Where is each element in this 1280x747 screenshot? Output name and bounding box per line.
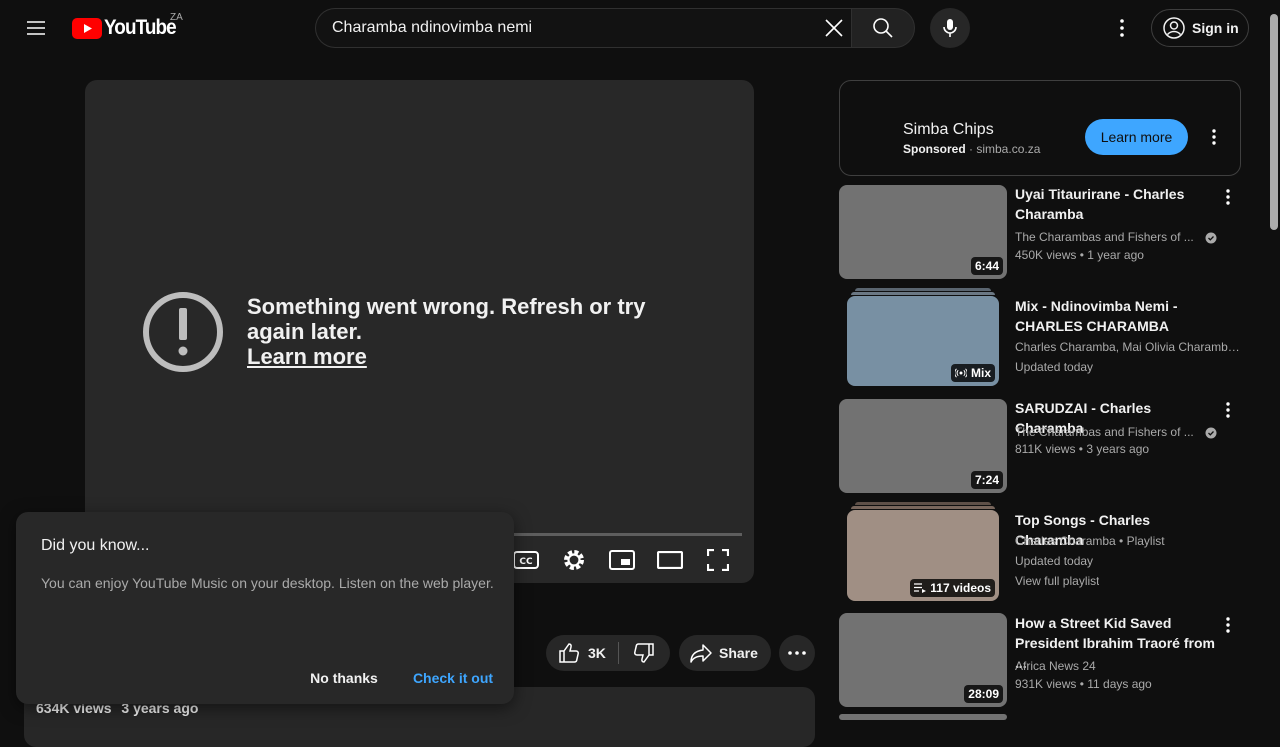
duration-badge: 6:44 — [970, 257, 1003, 275]
youtube-logo[interactable]: YouTube — [72, 16, 184, 40]
settings-button[interactable] — [558, 545, 590, 575]
promo-dialog-title: Did you know... — [41, 537, 150, 554]
account-icon — [1163, 17, 1185, 39]
error-alert-icon — [142, 291, 224, 373]
mix-stack-back — [855, 288, 991, 291]
mix-title[interactable]: Mix - Ndinovimba Nemi - CHARLES CHARAMBA — [1015, 296, 1220, 336]
like-divider — [618, 642, 619, 664]
search-button[interactable] — [851, 8, 915, 48]
more-vertical-icon — [1120, 19, 1124, 37]
mix-thumbnail[interactable]: Mix — [847, 296, 999, 386]
ad-advertiser-name: Simba Chips — [903, 121, 994, 138]
playlist-updated: Updated today — [1015, 554, 1094, 568]
search-box — [315, 8, 852, 48]
logo-wordmark: YouTube — [104, 16, 177, 39]
svg-text:CC: CC — [519, 557, 533, 567]
check-it-out-button[interactable]: Check it out — [405, 664, 501, 692]
channel-name-text: The Charambas and Fishers of ... — [1015, 230, 1194, 244]
like-button[interactable]: 3K — [546, 635, 618, 671]
more-vertical-icon — [1212, 129, 1216, 145]
more-horizontal-icon — [788, 651, 806, 655]
no-thanks-button[interactable]: No thanks — [300, 664, 388, 692]
miniplayer-button[interactable] — [606, 545, 638, 575]
verified-icon — [1205, 427, 1217, 439]
microphone-icon — [943, 19, 957, 37]
promo-dialog-body: You can enjoy YouTube Music on your desk… — [41, 575, 494, 591]
gear-icon — [564, 550, 584, 570]
video-title[interactable]: Uyai Titaurirane - Charles Charamba — [1015, 184, 1220, 224]
view-full-playlist-link[interactable]: View full playlist — [1015, 574, 1099, 588]
like-count: 3K — [588, 645, 606, 661]
radio-broadcast-icon — [954, 368, 967, 378]
playlist-count-label: 117 videos — [930, 581, 991, 595]
clear-search-button[interactable] — [814, 12, 854, 44]
hamburger-icon — [27, 21, 45, 35]
share-button[interactable]: Share — [679, 635, 771, 671]
ad-sponsored-label: Sponsored — [903, 142, 966, 156]
channel-name[interactable]: Africa News 24 — [1015, 659, 1096, 673]
share-arrow-icon — [690, 644, 712, 663]
theater-mode-button[interactable] — [654, 545, 686, 575]
thumbs-up-icon — [559, 643, 579, 663]
video-thumbnail[interactable]: 6:44 — [839, 185, 1007, 279]
fullscreen-button[interactable] — [702, 545, 734, 575]
mix-updated: Updated today — [1015, 360, 1094, 374]
channel-name[interactable]: The Charambas and Fishers of ... — [1015, 230, 1225, 244]
page-scrollbar-thumb[interactable] — [1270, 14, 1278, 230]
verified-icon — [1205, 232, 1217, 244]
ad-meta: Sponsored · simba.co.za — [903, 142, 1041, 156]
captions-button[interactable]: CC — [510, 545, 542, 575]
channel-name-text: The Charambas and Fishers of ... — [1015, 425, 1194, 439]
thumbs-down-icon — [634, 643, 654, 663]
country-code: ZA — [170, 12, 183, 23]
theater-mode-icon — [657, 551, 683, 569]
video-thumbnail[interactable] — [839, 714, 1007, 720]
youtube-play-icon — [72, 17, 102, 39]
video-meta: 450K views • 1 year ago — [1015, 248, 1144, 262]
duration-badge: 7:24 — [970, 471, 1003, 489]
settings-more-button[interactable] — [1102, 8, 1142, 48]
fullscreen-icon — [707, 549, 729, 571]
sign-in-label: Sign in — [1192, 20, 1239, 36]
video-menu-button[interactable] — [1216, 185, 1240, 209]
sign-in-button[interactable]: Sign in — [1151, 9, 1249, 47]
more-actions-button[interactable] — [779, 635, 815, 671]
video-thumbnail[interactable]: 28:09 — [839, 613, 1007, 707]
video-menu-button[interactable] — [1216, 398, 1240, 422]
player-error-message: Something went wrong. Refresh or try aga… — [247, 294, 646, 344]
playlist-stack-middle — [851, 506, 995, 509]
dislike-button[interactable] — [620, 635, 668, 671]
playlist-stack-back — [855, 502, 991, 505]
more-vertical-icon — [1226, 189, 1230, 205]
ad-learn-more-button[interactable]: Learn more — [1085, 119, 1188, 155]
mix-artists: Charles Charamba, Mai Olivia Charamba,..… — [1015, 340, 1241, 354]
more-vertical-icon — [1226, 617, 1230, 633]
video-meta: 931K views • 11 days ago — [1015, 677, 1152, 691]
close-icon — [825, 19, 843, 37]
playlist-owner: Charles Charamba • Playlist — [1015, 534, 1165, 548]
playlist-count-badge: 117 videos — [910, 579, 995, 597]
search-input[interactable] — [332, 19, 802, 37]
mix-badge-label: Mix — [970, 366, 991, 380]
voice-search-button[interactable] — [930, 8, 970, 48]
mix-badge: Mix — [950, 364, 995, 382]
guide-menu-button[interactable] — [16, 8, 56, 48]
ad-more-button[interactable] — [1198, 121, 1230, 153]
video-meta: 811K views • 3 years ago — [1015, 442, 1150, 456]
video-menu-button[interactable] — [1216, 613, 1240, 637]
playlist-icon — [914, 583, 927, 593]
ad-domain: simba.co.za — [976, 142, 1041, 156]
duration-badge: 28:09 — [964, 685, 1003, 703]
closed-captions-icon: CC — [513, 551, 539, 569]
share-label: Share — [719, 645, 758, 661]
search-icon — [873, 18, 893, 38]
more-vertical-icon — [1226, 402, 1230, 418]
playlist-thumbnail[interactable]: 117 videos — [847, 510, 999, 601]
miniplayer-icon — [609, 550, 635, 570]
channel-name[interactable]: The Charambas and Fishers of ... — [1015, 425, 1225, 439]
player-error-learn-more-link[interactable]: Learn more — [247, 344, 367, 370]
video-thumbnail[interactable]: 7:24 — [839, 399, 1007, 493]
mix-stack-middle — [851, 292, 995, 295]
